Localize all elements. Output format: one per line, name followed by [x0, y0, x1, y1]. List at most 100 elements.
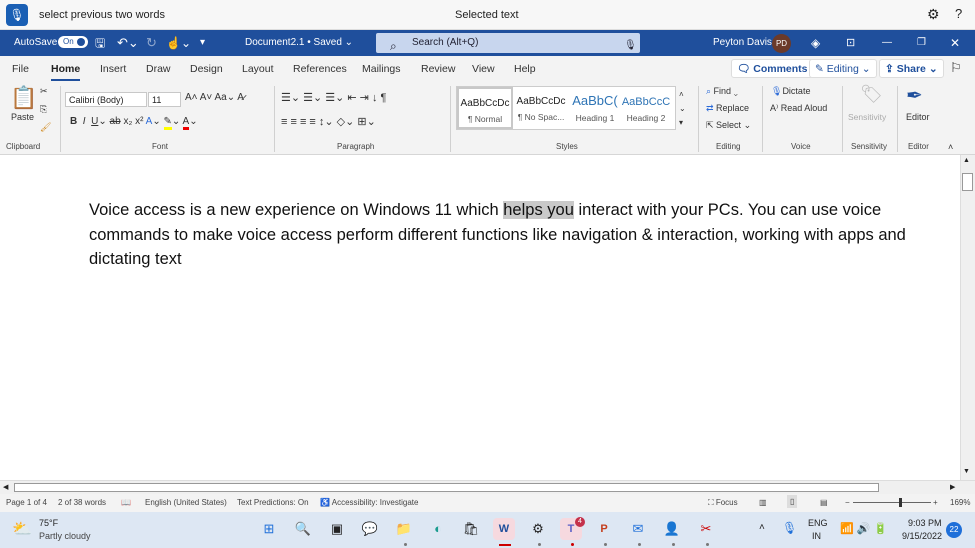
clock-time[interactable]: 9:03 PM — [908, 518, 942, 528]
document-body[interactable]: Voice access is a new experience on Wind… — [89, 198, 909, 272]
gear-icon[interactable]: ⚙ — [927, 6, 940, 23]
replace-button[interactable]: ⇄ Replace — [706, 103, 749, 114]
save-icon[interactable]: 🖫 — [95, 30, 105, 56]
copy-icon[interactable]: ⎘ — [40, 104, 47, 115]
font-format-icons[interactable]: B I U⌄ ab x₂ x² A⌄ ✎⌄ A⌄ — [70, 116, 198, 130]
minimize-button[interactable]: — — [882, 30, 892, 56]
word-icon[interactable]: W — [493, 518, 515, 540]
style-no-spacing[interactable]: AaBbCcDc ¶ No Spac... — [513, 87, 569, 129]
format-painter-icon[interactable]: 🖌 — [40, 122, 51, 133]
focus-button[interactable]: ⛶ Focus — [708, 498, 738, 508]
read-mode-icon[interactable]: ▥ — [759, 498, 767, 507]
hidden-icons-chevron[interactable]: ˄ — [759, 522, 765, 533]
print-layout-icon[interactable]: ▯ — [787, 495, 798, 508]
scroll-thumb[interactable] — [14, 483, 879, 492]
font-size-controls-icon[interactable]: A˄ A˅ Aa⌄ A̷ — [185, 92, 244, 103]
accessibility-status[interactable]: ♿ Accessibility: Investigate — [320, 498, 418, 507]
touch-mode-icon[interactable]: ☝⌄ — [166, 30, 191, 56]
tab-mailings[interactable]: Mailings — [362, 63, 401, 75]
cut-icon[interactable]: ✂ — [40, 86, 48, 97]
scroll-down-icon[interactable]: ▼ — [963, 468, 970, 475]
zoom-out-button[interactable]: − — [845, 498, 850, 507]
font-size-dropdown[interactable]: 11 — [148, 92, 181, 107]
paste-icon[interactable]: 📋 — [10, 85, 37, 111]
start-icon[interactable]: ⊞ — [258, 518, 280, 540]
feedback-icon[interactable]: ⚐ — [950, 60, 962, 76]
ribbon-display-icon[interactable]: ⊡ — [846, 30, 855, 56]
zoom-slider-thumb[interactable] — [899, 498, 902, 507]
list-indent-icons[interactable]: ☰⌄ ☰⌄ ☰⌄ ⇤ ⇥ ↓ ¶ — [281, 91, 386, 104]
style-heading-1[interactable]: AaBbC(Heading 1 — [567, 87, 623, 129]
scroll-left-icon[interactable]: ◀ — [3, 483, 8, 491]
microphone-icon[interactable]: 🎙 — [6, 4, 28, 26]
tab-home[interactable]: Home — [51, 63, 81, 81]
clock-date[interactable]: 9/15/2022 — [902, 531, 942, 541]
comments-button[interactable]: 🗨 Comments — [731, 59, 814, 78]
document-canvas[interactable]: Voice access is a new experience on Wind… — [0, 155, 960, 480]
paste-button[interactable]: Paste — [11, 112, 34, 122]
weather-icon[interactable]: ⛅ — [12, 519, 32, 539]
editing-mode-button[interactable]: ✎ Editing ⌄ — [809, 59, 877, 78]
snipping-tool-icon[interactable]: ✂ — [695, 518, 717, 540]
zoom-level[interactable]: 169% — [950, 498, 970, 507]
search-icon[interactable]: 🔍 — [292, 518, 314, 540]
redo-icon[interactable]: ↻ — [146, 30, 157, 56]
font-name-dropdown[interactable]: Calibri (Body) — [65, 92, 147, 107]
tab-design[interactable]: Design — [190, 63, 223, 75]
tab-references[interactable]: References — [293, 63, 347, 75]
find-button[interactable]: ⌕ Find ⌄ — [706, 86, 738, 97]
document-title[interactable]: Document2.1 • Saved ⌄ — [245, 30, 353, 56]
search-box[interactable]: ⌕ Search (Alt+Q) 🎙 — [376, 33, 640, 53]
wifi-volume-battery-icons[interactable]: 📶 🔊 🔋 — [840, 522, 887, 535]
powerpoint-icon[interactable]: P — [593, 518, 615, 540]
tab-draw[interactable]: Draw — [146, 63, 171, 75]
scroll-right-icon[interactable]: ▶ — [950, 483, 955, 491]
edge-icon[interactable]: ◐ — [427, 518, 449, 540]
proofing-icon[interactable]: 📖 — [121, 498, 131, 507]
dictate-button[interactable]: 🎙Dictate — [771, 86, 810, 97]
style-normal[interactable]: AaBbCcDc ¶ Normal — [457, 87, 513, 129]
text-predictions[interactable]: Text Predictions: On — [237, 498, 309, 507]
select-button[interactable]: ⇱ Select ⌄ — [706, 120, 751, 131]
settings-icon[interactable]: ⚙ — [527, 518, 549, 540]
language[interactable]: English (United States) — [145, 498, 227, 507]
editor-button[interactable]: Editor — [906, 112, 930, 122]
web-layout-icon[interactable]: ▤ — [820, 498, 828, 507]
zoom-in-button[interactable]: + — [933, 498, 938, 507]
styles-scroll-icons[interactable]: ˄ ⌄ ▾ — [679, 88, 686, 130]
vertical-scrollbar[interactable]: ▲ ▼ — [960, 155, 975, 480]
mail-icon[interactable]: ✉ — [627, 518, 649, 540]
task-view-icon[interactable]: ▣ — [326, 518, 348, 540]
undo-icon[interactable]: ↶⌄ — [117, 30, 139, 56]
zoom-slider[interactable] — [853, 498, 931, 507]
style-heading-2[interactable]: AaBbCcC Heading 2 — [621, 87, 671, 129]
autosave-toggle[interactable]: On — [58, 36, 88, 48]
chat-icon[interactable]: 💬 — [359, 518, 381, 540]
scroll-up-icon[interactable]: ▲ — [963, 157, 970, 164]
selected-text[interactable]: helps you — [503, 201, 574, 219]
tab-review[interactable]: Review — [421, 63, 455, 75]
file-explorer-icon[interactable]: 📁 — [393, 518, 415, 540]
word-count[interactable]: 2 of 38 words — [58, 498, 106, 507]
sensitivity-button[interactable]: Sensitivity — [848, 112, 886, 122]
help-icon[interactable]: ? — [955, 6, 962, 21]
tab-layout[interactable]: Layout — [242, 63, 274, 75]
page-count[interactable]: Page 1 of 4 — [6, 498, 47, 507]
tab-insert[interactable]: Insert — [100, 63, 126, 75]
customize-toolbar-icon[interactable]: ▾ — [200, 30, 205, 56]
temperature[interactable]: 75°F — [39, 518, 58, 528]
collapse-ribbon-icon[interactable]: ˄ — [948, 142, 953, 152]
diamond-icon[interactable]: ◈ — [811, 30, 820, 56]
horizontal-scrollbar[interactable]: ◀ ▶ — [0, 480, 975, 494]
close-button[interactable]: ✕ — [950, 30, 960, 56]
weather-condition[interactable]: Partly cloudy — [39, 531, 91, 541]
notification-badge[interactable]: 22 — [946, 522, 962, 538]
restore-button[interactable]: ❐ — [917, 30, 926, 56]
tab-help[interactable]: Help — [514, 63, 536, 75]
alignment-icons[interactable]: ≡ ≡ ≡ ≡ ↕⌄ ◇⌄ ⊞⌄ — [281, 115, 376, 128]
input-language[interactable]: ENG — [808, 518, 828, 528]
voice-access-icon[interactable]: 👤 — [661, 518, 683, 540]
tab-file[interactable]: File — [12, 63, 29, 75]
scroll-thumb[interactable] — [962, 173, 973, 191]
share-button[interactable]: ⇪ Share ⌄ — [879, 59, 944, 78]
